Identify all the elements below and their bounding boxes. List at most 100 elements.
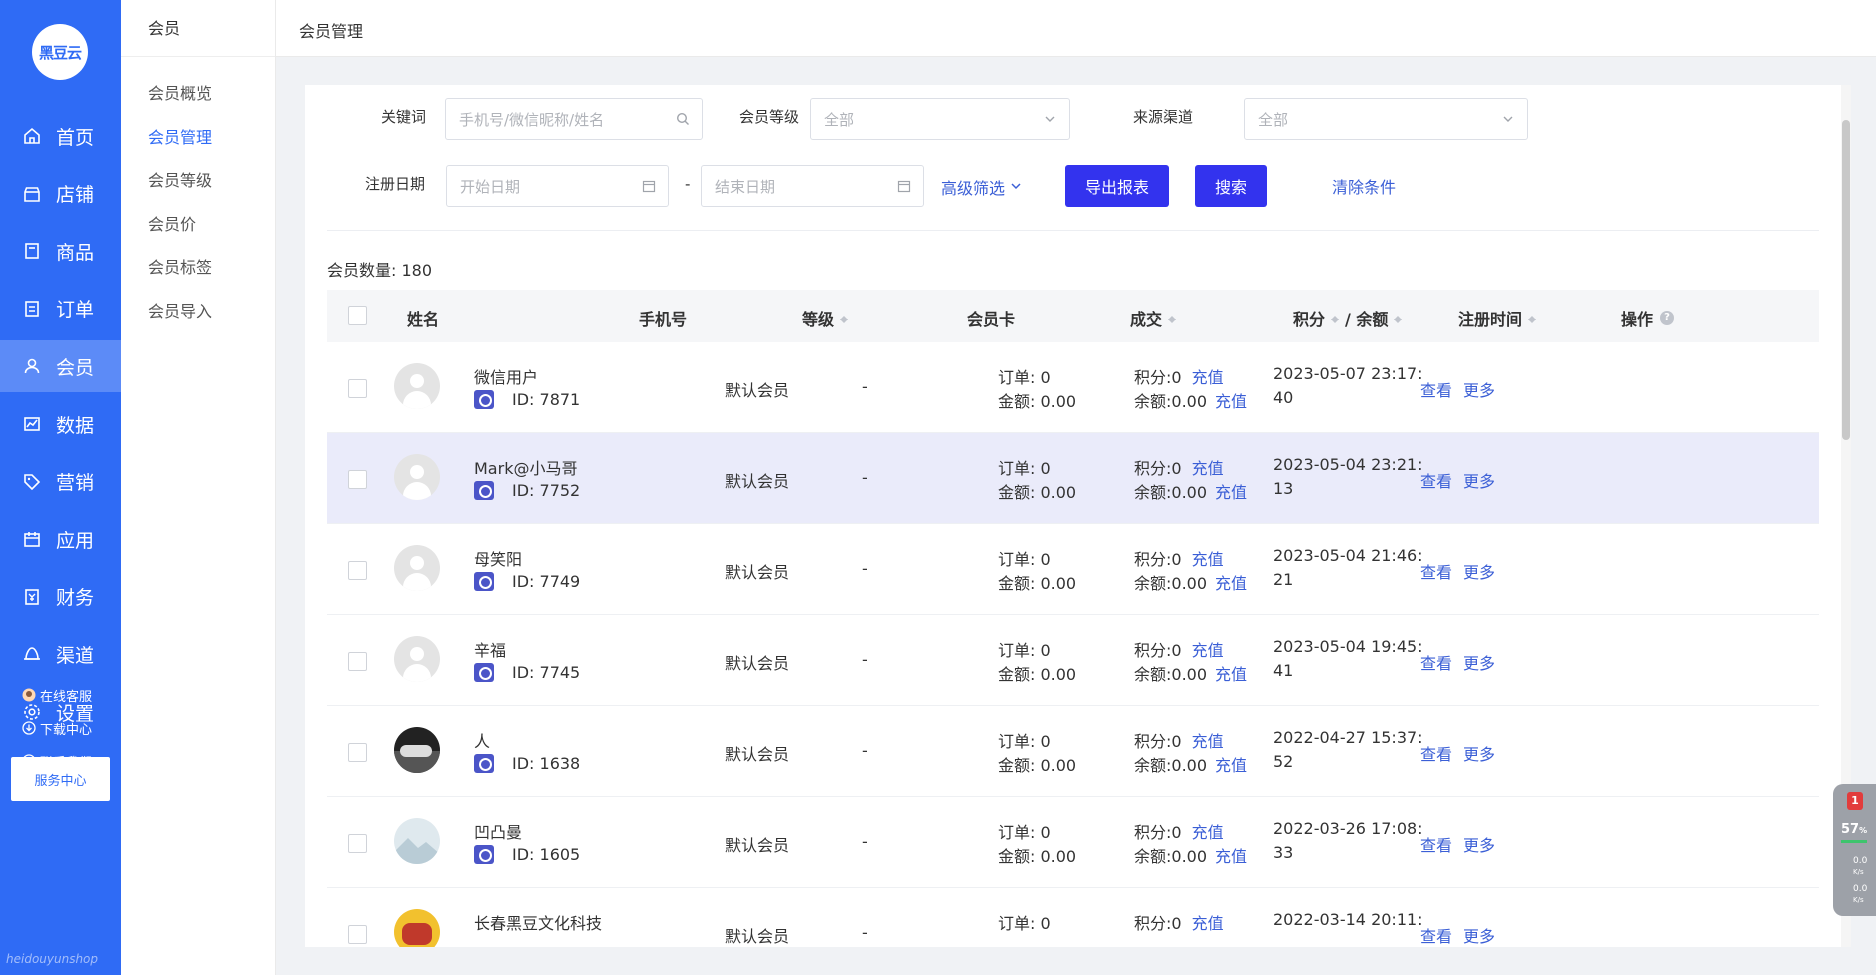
member-id: ID: 1638 xyxy=(474,754,580,773)
balance-recharge-link[interactable]: 充值 xyxy=(1215,479,1247,503)
row-checkbox[interactable] xyxy=(348,652,367,671)
col-deals[interactable]: 成交 xyxy=(1130,306,1177,330)
search-button[interactable]: 搜索 xyxy=(1195,165,1267,207)
member-level-select[interactable]: 全部 xyxy=(810,98,1070,140)
clear-filters-link[interactable]: 清除条件 xyxy=(1332,174,1396,198)
view-link[interactable]: 查看 xyxy=(1420,650,1452,674)
member-id: ID: 7752 xyxy=(474,481,580,500)
nav-item-channel[interactable]: 渠道 xyxy=(0,628,121,680)
order-amount: 金额: 0.00 xyxy=(998,756,1077,775)
subnav-item[interactable]: 会员导入 xyxy=(148,298,212,322)
more-link[interactable]: 更多 xyxy=(1463,559,1495,583)
member-level: 默认会员 xyxy=(725,472,790,491)
points-recharge-link[interactable]: 充值 xyxy=(1192,546,1224,570)
app-logo[interactable]: 黑豆云 xyxy=(32,24,88,80)
nav-item-order[interactable]: 订单 xyxy=(0,283,121,335)
view-link[interactable]: 查看 xyxy=(1420,468,1452,492)
member-card: - xyxy=(862,468,868,487)
col-points-balance[interactable]: 积分 / 余额 xyxy=(1293,306,1403,330)
sort-icon[interactable] xyxy=(1528,312,1537,324)
advanced-filter-toggle[interactable]: 高级筛选 xyxy=(941,175,1023,199)
more-link[interactable]: 更多 xyxy=(1463,468,1495,492)
row-checkbox[interactable] xyxy=(348,834,367,853)
points-recharge-link[interactable]: 充值 xyxy=(1192,819,1224,843)
subnav-item[interactable]: 会员管理 xyxy=(148,124,212,148)
col-register-time[interactable]: 注册时间 xyxy=(1458,306,1537,330)
points-recharge-link[interactable]: 充值 xyxy=(1192,364,1224,388)
points-recharge-link[interactable]: 充值 xyxy=(1192,728,1224,752)
source-channel-select[interactable]: 全部 xyxy=(1244,98,1528,140)
row-checkbox[interactable] xyxy=(348,925,367,944)
points-recharge-link[interactable]: 充值 xyxy=(1192,455,1224,479)
view-link[interactable]: 查看 xyxy=(1420,923,1452,947)
balance-recharge-link[interactable]: 充值 xyxy=(1215,661,1247,685)
subnav-item[interactable]: 会员概览 xyxy=(148,80,212,104)
subnav-item[interactable]: 会员标签 xyxy=(148,254,212,278)
order-count: 订单: 0 xyxy=(998,641,1051,660)
nav-item-chart[interactable]: 数据 xyxy=(0,398,121,450)
chevron-down-icon xyxy=(1501,112,1515,126)
subnav-item[interactable]: 会员价 xyxy=(148,211,196,235)
nav-item-home[interactable]: 首页 xyxy=(0,110,121,162)
sort-icon[interactable] xyxy=(840,312,849,324)
balance-recharge-link[interactable]: 充值 xyxy=(1215,843,1247,867)
member-card: - xyxy=(862,377,868,396)
register-time-seconds: 40 xyxy=(1273,388,1294,407)
row-checkbox[interactable] xyxy=(348,379,367,398)
row-checkbox[interactable] xyxy=(348,561,367,580)
nav-item-tag[interactable]: 营销 xyxy=(0,456,121,508)
col-level[interactable]: 等级 xyxy=(802,306,849,330)
contact-us-link[interactable]: 联系我们 xyxy=(22,750,92,772)
subnav-item[interactable]: 会员等级 xyxy=(148,167,212,191)
help-icon[interactable]: ? xyxy=(1660,311,1675,325)
row-checkbox[interactable] xyxy=(348,743,367,762)
sort-icon[interactable] xyxy=(1394,312,1403,324)
network-monitor-widget[interactable]: 1 57% 0.0 K/s 0.0 K/s xyxy=(1833,784,1876,916)
member-id: ID: 7745 xyxy=(474,663,580,682)
view-link[interactable]: 查看 xyxy=(1420,377,1452,401)
more-link[interactable]: 更多 xyxy=(1463,377,1495,401)
start-date-input[interactable]: 开始日期 xyxy=(446,165,669,207)
keyword-label: 关键词 xyxy=(381,108,427,126)
tag-icon xyxy=(22,472,42,492)
avatar xyxy=(394,909,440,947)
points-recharge-link[interactable]: 充值 xyxy=(1192,910,1224,934)
more-link[interactable]: 更多 xyxy=(1463,741,1495,765)
view-link[interactable]: 查看 xyxy=(1420,832,1452,856)
register-time: 2023-05-07 23:17: xyxy=(1273,364,1423,383)
mini-program-icon xyxy=(474,663,494,682)
export-report-button[interactable]: 导出报表 xyxy=(1065,165,1169,207)
table-row: 辛福 ID: 7745 默认会员 - 订单: 0 金额: 0.00 积分:0 充值 余额:0.0… xyxy=(327,615,1819,706)
row-checkbox[interactable] xyxy=(348,470,367,489)
order-amount: 金额: 0.00 xyxy=(998,483,1077,502)
balance-cell: 余额:0.00 充值 xyxy=(1134,570,1247,594)
keyword-input[interactable]: 手机号/微信昵称/姓名 xyxy=(445,98,703,140)
sort-icon[interactable] xyxy=(1168,312,1177,324)
nav-item-label: 数据 xyxy=(56,414,95,437)
register-time-seconds: 33 xyxy=(1273,843,1294,862)
scrollbar-thumb[interactable] xyxy=(1842,120,1850,440)
more-link[interactable]: 更多 xyxy=(1463,832,1495,856)
nav-item-finance[interactable]: 财务 xyxy=(0,571,121,623)
nav-item-app[interactable]: 应用 xyxy=(0,513,121,565)
sort-icon[interactable] xyxy=(1331,312,1340,324)
download-center-link[interactable]: 下载中心 xyxy=(22,717,92,739)
balance-recharge-link[interactable]: 充值 xyxy=(1215,388,1247,412)
end-date-input[interactable]: 结束日期 xyxy=(701,165,924,207)
view-link[interactable]: 查看 xyxy=(1420,559,1452,583)
balance-recharge-link[interactable]: 充值 xyxy=(1215,570,1247,594)
more-link[interactable]: 更多 xyxy=(1463,923,1495,947)
more-link[interactable]: 更多 xyxy=(1463,650,1495,674)
nav-item-store[interactable]: 店铺 xyxy=(0,168,121,220)
points-recharge-link[interactable]: 充值 xyxy=(1192,637,1224,661)
view-link[interactable]: 查看 xyxy=(1420,741,1452,765)
order-amount: 金额: 0.00 xyxy=(998,574,1077,593)
nav-item-product[interactable]: 商品 xyxy=(0,225,121,277)
order-amount: 金额: 0.00 xyxy=(998,665,1077,684)
points-cell: 积分:0 充值 xyxy=(1134,910,1224,934)
nav-item-member[interactable]: 会员 xyxy=(0,340,121,393)
balance-recharge-link[interactable]: 充值 xyxy=(1215,752,1247,776)
online-service-link[interactable]: 在线客服 xyxy=(22,684,92,706)
member-icon xyxy=(22,356,42,376)
select-all-checkbox[interactable] xyxy=(348,306,367,325)
